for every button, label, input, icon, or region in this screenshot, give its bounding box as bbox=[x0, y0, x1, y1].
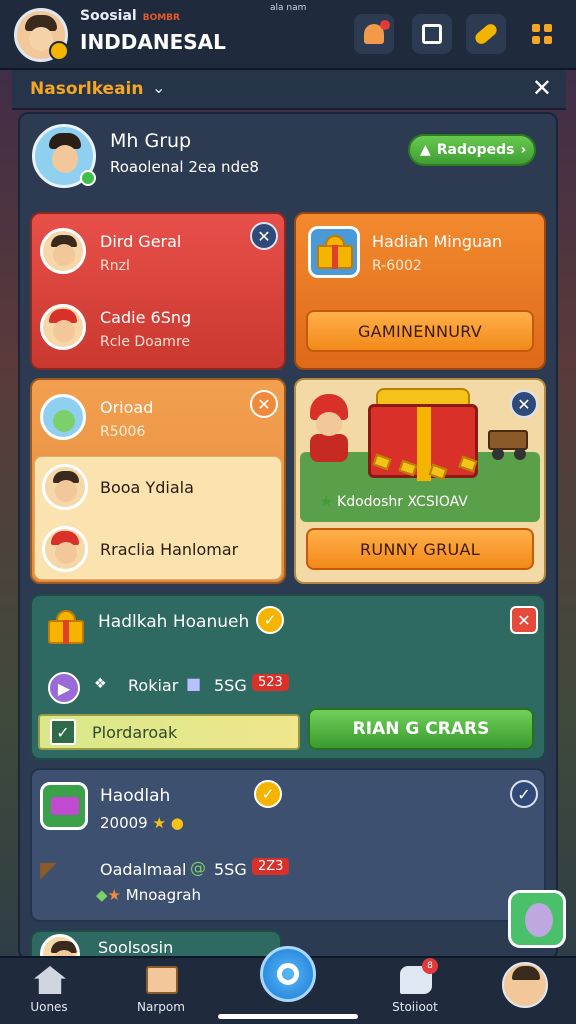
alien-icon bbox=[525, 903, 553, 937]
category-dropdown[interactable]: Nasorlkeain ⌄ ✕ bbox=[12, 70, 566, 110]
dropdown-label: Nasorlkeain bbox=[30, 79, 144, 99]
slate-row-badge: 2Z3 bbox=[252, 858, 290, 875]
whistle-button[interactable] bbox=[466, 14, 506, 54]
app-title: INDDANESAL bbox=[80, 30, 226, 54]
cash-tile-icon bbox=[40, 782, 88, 830]
check-badge-icon: ✓ bbox=[256, 606, 284, 634]
cube-icon: ■ bbox=[186, 674, 202, 693]
red-item1-title: Dird Geral bbox=[100, 232, 182, 251]
group-action-button[interactable]: ▲ Radopeds › bbox=[408, 134, 536, 166]
nav-notes[interactable]: Narpom bbox=[116, 958, 206, 1024]
amber-title: Orioad bbox=[100, 398, 154, 417]
play-icon[interactable]: ▶ bbox=[48, 672, 80, 704]
helmet-character bbox=[306, 394, 352, 464]
star-icon: ★ bbox=[320, 494, 333, 510]
slate-sub: ◆★ Mnoagrah bbox=[96, 886, 201, 904]
teal-row-value: 5SG bbox=[214, 676, 247, 695]
amber-row2: Rraclia Hanlomar bbox=[100, 540, 239, 559]
gift-tile-icon bbox=[308, 226, 360, 278]
status-note: ala nam bbox=[270, 3, 307, 13]
weekly-reward-button[interactable]: GAMINENNURV bbox=[306, 310, 534, 352]
slate-row-value: 5SG bbox=[214, 860, 247, 879]
notifications-button[interactable] bbox=[354, 14, 394, 54]
circle-icon bbox=[277, 963, 299, 985]
checkbox-icon[interactable]: ✓ bbox=[50, 719, 76, 745]
home-icon bbox=[34, 966, 66, 994]
weekly-reward-title: Hadiah Minguan bbox=[372, 232, 503, 251]
online-status-icon bbox=[80, 170, 96, 186]
mine-cart-icon bbox=[488, 430, 532, 460]
level-badge-icon bbox=[49, 41, 69, 61]
item-icon bbox=[40, 394, 86, 440]
menu-button[interactable] bbox=[522, 14, 562, 54]
home-indicator bbox=[218, 1014, 358, 1019]
star-icon: ★ bbox=[107, 886, 121, 904]
close-icon[interactable]: ✕ bbox=[510, 390, 538, 418]
check-badge-icon: ✓ bbox=[254, 780, 282, 808]
window-button[interactable] bbox=[412, 14, 452, 54]
amber-row1: Booa Ydiala bbox=[100, 478, 194, 497]
player-avatar bbox=[42, 464, 88, 510]
slate-value: 20009 ★ ● bbox=[100, 814, 184, 832]
coin-icon: ● bbox=[170, 814, 184, 832]
close-icon[interactable]: ✕ bbox=[250, 390, 278, 418]
gem-icon: ❖ bbox=[94, 676, 107, 692]
red-item2-title: Cadie 6Sng bbox=[100, 308, 192, 327]
chat-badge: 8 bbox=[422, 958, 438, 974]
close-icon[interactable]: ✕ bbox=[532, 74, 552, 102]
teal-title: Hadlkah Hoanueh bbox=[98, 612, 250, 632]
red-item1-sub: Rnzl bbox=[100, 258, 130, 274]
whistle-icon bbox=[472, 21, 500, 47]
close-icon[interactable]: ✕ bbox=[250, 222, 278, 250]
slate-row-label: Oadalmaal bbox=[100, 860, 187, 879]
chevron-right-icon: › bbox=[520, 142, 527, 158]
player-avatar bbox=[40, 304, 86, 350]
group-subtitle: Roaolenal 2ea nde8 bbox=[110, 158, 259, 176]
bell-icon bbox=[364, 20, 390, 44]
notepad-icon bbox=[146, 966, 178, 994]
slate-title: Haodlah bbox=[100, 786, 171, 806]
square-icon bbox=[422, 24, 442, 44]
player-avatar bbox=[40, 228, 86, 274]
nav-chat[interactable]: 8 Stoiioot bbox=[370, 958, 460, 1024]
teal-row-badge: 523 bbox=[252, 674, 289, 691]
profile-avatar[interactable] bbox=[14, 8, 69, 62]
treasure-caption: ★ Kdodoshr XCSIOAV bbox=[320, 494, 468, 510]
progress-bar[interactable]: ✓ Plordaroak bbox=[38, 714, 300, 750]
bottom-card-title: Soolsosin bbox=[98, 938, 174, 957]
center-action-button[interactable] bbox=[260, 946, 316, 1002]
chevron-down-icon: ⌄ bbox=[152, 78, 166, 97]
treasure-button[interactable]: RUNNY GRUAL bbox=[306, 528, 534, 570]
group-title: Mh Grup bbox=[110, 130, 192, 152]
app-subtitle: Soosial BOMBR bbox=[80, 8, 180, 24]
amber-sub: R5006 bbox=[100, 424, 146, 440]
cannon-icon: ◤ bbox=[40, 858, 57, 883]
close-icon[interactable]: ✕ bbox=[510, 606, 538, 634]
triangle-icon: ▲ bbox=[420, 142, 431, 158]
swirl-icon: @ bbox=[190, 858, 206, 877]
red-item2-sub: Rcle Doamre bbox=[100, 334, 191, 350]
weekly-reward-sub: R-6002 bbox=[372, 258, 422, 274]
nav-home[interactable]: Uones bbox=[4, 958, 94, 1024]
gem-icon: ◆ bbox=[96, 886, 108, 904]
teal-action-button[interactable]: RIAN G CRARS bbox=[308, 708, 534, 750]
teal-row-label: Rokiar bbox=[128, 676, 179, 695]
check-icon[interactable]: ✓ bbox=[510, 780, 538, 808]
sticker-button[interactable] bbox=[508, 890, 566, 948]
gift-box-icon bbox=[46, 608, 86, 646]
grid-menu-icon bbox=[532, 24, 552, 44]
top-bar: Soosial BOMBR INDDANESAL ala nam bbox=[0, 0, 576, 70]
player-avatar bbox=[42, 526, 88, 572]
star-icon: ★ bbox=[152, 814, 166, 832]
profile-nav-avatar[interactable] bbox=[502, 962, 548, 1008]
